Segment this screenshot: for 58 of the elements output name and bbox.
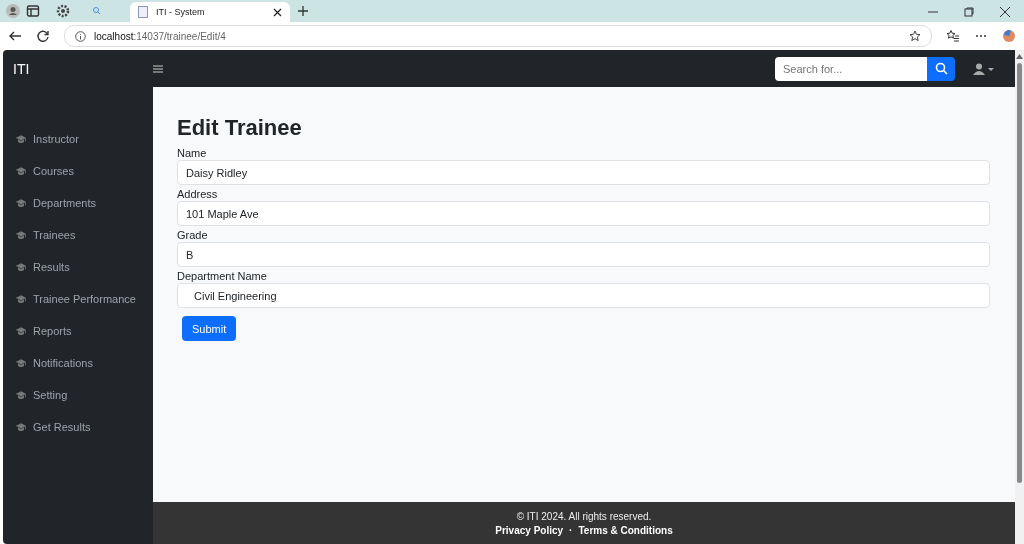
- footer-link[interactable]: Privacy Policy: [495, 524, 564, 536]
- plus-icon[interactable]: [296, 4, 310, 18]
- close-icon[interactable]: [273, 7, 282, 17]
- browser-tab[interactable]: ITI - System: [130, 2, 290, 22]
- input-field[interactable]: B: [177, 242, 990, 267]
- address-bar[interactable]: localhost:14037/trainee/Edit/4: [64, 25, 932, 47]
- back-arrow-icon[interactable]: [8, 29, 22, 43]
- graduation-cap-icon: [15, 197, 27, 209]
- sidebar-item[interactable]: Trainee Performance: [3, 283, 153, 315]
- scrollbar-thumb[interactable]: [1017, 63, 1022, 483]
- page-title: Edit Trainee: [177, 115, 303, 141]
- favorites-icon[interactable]: [946, 29, 960, 43]
- separator-dot: ·: [569, 524, 573, 536]
- profile-icon[interactable]: [6, 4, 20, 18]
- input-field[interactable]: 101 Maple Ave: [177, 201, 990, 226]
- graduation-cap-icon: [15, 421, 27, 433]
- close-icon[interactable]: [1000, 7, 1010, 17]
- graduation-cap-icon: [15, 165, 27, 177]
- submit-button[interactable]: Submit: [182, 316, 237, 341]
- user-dropdown-icon[interactable]: [973, 62, 995, 75]
- graduation-cap-icon: [15, 133, 27, 145]
- brand-logo[interactable]: ITI: [13, 60, 153, 77]
- field-label: Name: [177, 147, 208, 159]
- search-icon: [934, 62, 948, 75]
- sidebar-item[interactable]: Results: [3, 251, 153, 283]
- field-label: Department Name: [177, 270, 268, 282]
- sidebar-item[interactable]: Instructor: [3, 123, 153, 155]
- sidebar-item[interactable]: Reports: [3, 315, 153, 347]
- sidebar-item[interactable]: Trainees: [3, 219, 153, 251]
- copilot-icon[interactable]: [1002, 29, 1016, 43]
- sidebar-item[interactable]: Setting: [3, 379, 153, 411]
- graduation-cap-icon: [15, 229, 27, 241]
- star-icon[interactable]: [909, 30, 921, 42]
- footer-link[interactable]: Terms & Conditions: [578, 524, 673, 536]
- field-label: Grade: [177, 229, 209, 241]
- graduation-cap-icon: [15, 293, 27, 305]
- sidebar-item[interactable]: Courses: [3, 155, 153, 187]
- gear-icon[interactable]: [56, 4, 70, 18]
- graduation-cap-icon: [15, 389, 27, 401]
- sidebar-item[interactable]: Departments: [3, 187, 153, 219]
- copyright-text: © ITI 2024. All rights reserved.: [516, 510, 652, 522]
- field-label: Address: [177, 188, 219, 200]
- scroll-up-icon[interactable]: [1016, 54, 1023, 59]
- info-icon[interactable]: [75, 30, 86, 42]
- reload-icon[interactable]: [36, 29, 50, 43]
- input-field[interactable]: Daisy Ridley: [177, 160, 990, 185]
- sidebar-item[interactable]: Notifications: [3, 347, 153, 379]
- search-field[interactable]: Search for...: [775, 56, 927, 81]
- restore-icon[interactable]: [964, 7, 974, 17]
- graduation-cap-icon: [15, 325, 27, 337]
- menu-icon[interactable]: [153, 63, 163, 74]
- tab-actions-icon[interactable]: [26, 4, 40, 18]
- department-select[interactable]: Civil Engineering: [177, 283, 990, 308]
- sidebar-item[interactable]: Get Results: [3, 411, 153, 443]
- search-button[interactable]: [927, 56, 955, 81]
- graduation-cap-icon: [15, 357, 27, 369]
- graduation-cap-icon: [15, 261, 27, 273]
- page-icon: [138, 6, 148, 18]
